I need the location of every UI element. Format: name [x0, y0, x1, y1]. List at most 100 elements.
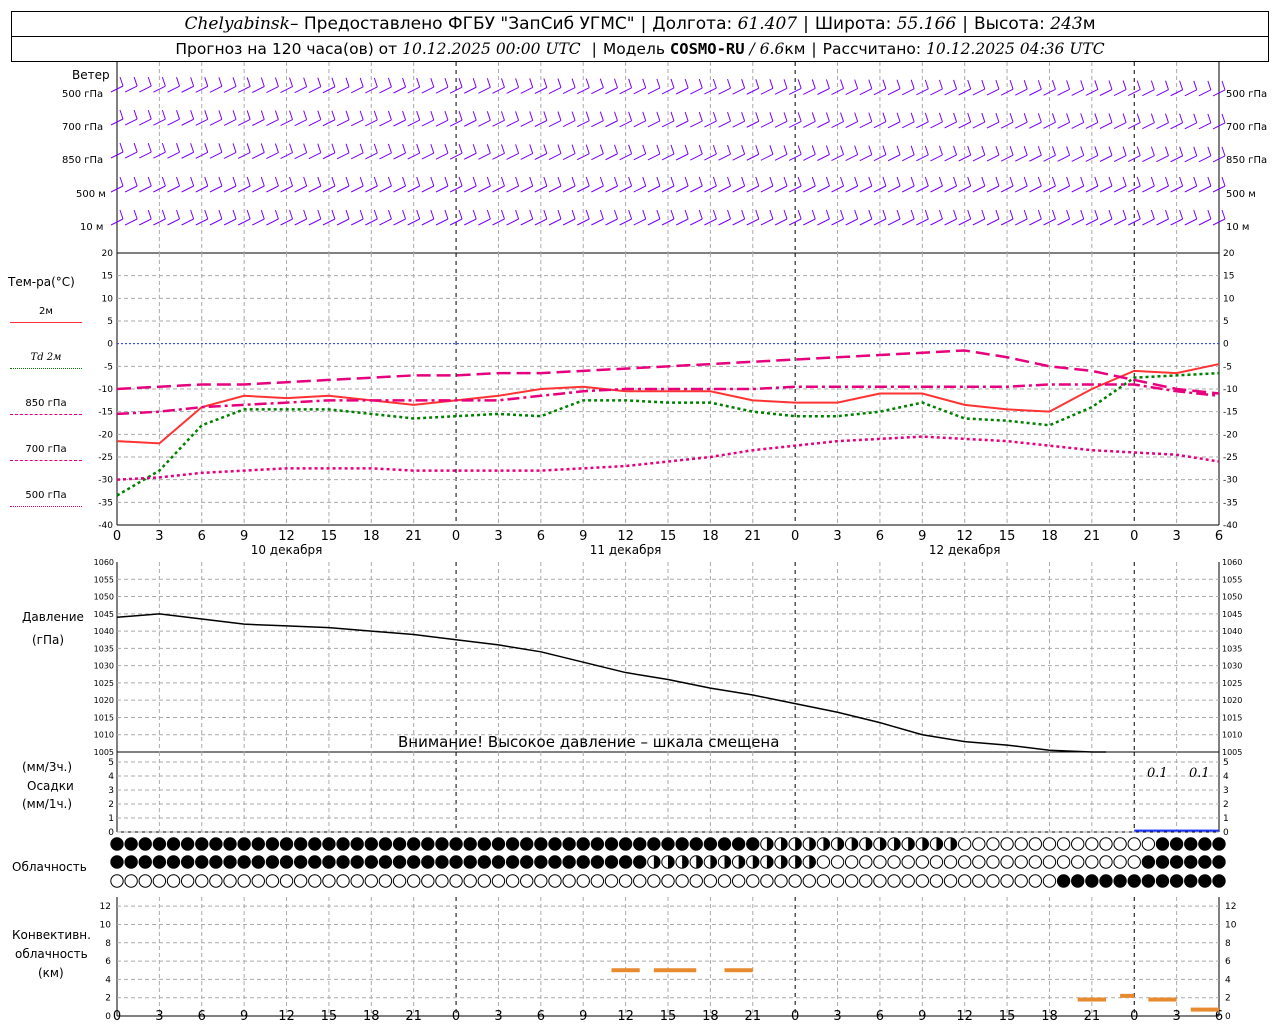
wind-barb [605, 153, 618, 161]
precip-ytick-left: 1 [108, 814, 114, 824]
wind-barb-feather [1122, 209, 1127, 220]
wind-barb-feather [1023, 113, 1028, 123]
wind-barb-feather [896, 79, 901, 89]
wind-barb [647, 218, 661, 226]
cloud-cover-icon [844, 874, 859, 888]
wind-barb-feather [204, 176, 209, 187]
wind-barb-feather [599, 78, 604, 88]
cloud-cover-circle [731, 874, 746, 888]
cloud-cover-circle [986, 874, 1000, 888]
cloud-cover-icon [152, 855, 167, 869]
cloud-cover-circle [505, 855, 520, 869]
wind-barb [605, 185, 618, 193]
temp-legend-2m-label: 2м [39, 306, 53, 317]
wind-barb [266, 218, 279, 226]
wind-barb-feather [402, 110, 407, 121]
time-axis-tick-bottom: 21 [1084, 1009, 1101, 1024]
wind-barb [1057, 218, 1070, 226]
cloud-cover-circle [1000, 837, 1014, 851]
cloud-cover-icon [336, 837, 350, 851]
wind-barb-feather [981, 79, 986, 90]
cloud-cover-icon [1099, 837, 1113, 851]
wind-barb-feather [133, 209, 138, 220]
wind-barb-feather [1037, 146, 1042, 156]
cloud-cover-icon [901, 837, 915, 851]
wind-barb-feather [741, 79, 746, 89]
wind-barb [760, 153, 774, 161]
cloud-cover-icon [1042, 837, 1057, 851]
wind-barb-feather [500, 78, 505, 88]
cloud-cover-icon [943, 855, 958, 869]
wind-barb-feather [628, 209, 633, 220]
wind-barb [930, 218, 943, 226]
cloud-cover-icon [548, 874, 562, 888]
wind-barb [463, 152, 477, 160]
wind-barb-feather [981, 176, 986, 187]
cloud-cover-icon [1169, 837, 1184, 851]
wind-barb [986, 154, 1000, 162]
cloud-cover-icon [972, 855, 986, 869]
wind-barb-feather [289, 77, 294, 87]
wind-barb-feather [811, 145, 816, 155]
cloud-cover-circle [929, 855, 944, 869]
wind-barb-feather [303, 143, 308, 153]
cloud-cover-icon [1113, 855, 1127, 869]
wind-barb [901, 121, 915, 129]
wind-barb [1029, 154, 1042, 162]
wind-barb [463, 185, 477, 193]
wind-barb-feather [1009, 112, 1014, 123]
wind-barb [209, 118, 223, 126]
wind-barb-feather [161, 142, 166, 153]
cloud-cover-icon [887, 874, 901, 888]
time-axis-tick-bottom: 12 [617, 1009, 634, 1024]
wind-level-left-2: 850 гПа [62, 155, 104, 166]
time-axis-tick: 12 [956, 529, 973, 544]
wind-barb [1099, 185, 1113, 193]
wind-barb-feather [515, 144, 520, 154]
wind-barb-feather [656, 209, 661, 220]
wind-barb [223, 218, 237, 226]
wind-barb-feather [981, 145, 986, 156]
wind-barb [294, 218, 307, 226]
time-axis-tick: 21 [744, 529, 761, 544]
wind-barb-feather [373, 143, 378, 154]
cloud-cover-icon [520, 874, 534, 888]
cloud-cover-icon [166, 837, 181, 851]
precip-ytick-right: 1 [1223, 814, 1229, 824]
wind-barb-feather [1207, 176, 1212, 187]
wind-barb [1156, 155, 1169, 163]
wind-barb [859, 218, 873, 226]
cloud-cover-half [851, 837, 858, 851]
wind-barb [124, 185, 138, 193]
cloud-cover-icon [180, 874, 195, 888]
wind-barb-feather [698, 144, 703, 155]
cloud-cover-icon [562, 855, 576, 869]
wind-barb-feather [529, 78, 534, 88]
wind-barb-feather [190, 110, 195, 120]
cloud-cover-icon [406, 855, 421, 869]
cloud-cover-icon [859, 837, 873, 851]
cloud-cover-circle [491, 874, 506, 888]
cloud-cover-half [837, 837, 844, 851]
cloud-cover-circle [124, 837, 138, 851]
wind-barb-feather [416, 209, 421, 220]
cloud-cover-circle [392, 874, 407, 888]
cloud-cover-icon [986, 855, 1000, 869]
wind-barb-feather [190, 176, 195, 187]
cloud-cover-icon [505, 855, 520, 869]
cloud-cover-icon [929, 874, 944, 888]
wind-barb [506, 86, 519, 94]
wind-barb-feather [896, 145, 901, 155]
cloud-cover-icon [661, 855, 675, 869]
wind-barb-feather [218, 176, 223, 187]
wind-barb [308, 152, 322, 160]
wind-barb [1071, 218, 1084, 226]
precip-bar [1134, 829, 1177, 832]
cloud-cover-icon [308, 837, 322, 851]
wind-barb [718, 185, 731, 193]
cloud-cover-circle [534, 874, 548, 888]
cloud-cover-circle [223, 837, 237, 851]
wind-barb [944, 185, 957, 193]
cloud-cover-circle [463, 855, 477, 869]
precip-ytick-right: 3 [1223, 786, 1229, 796]
